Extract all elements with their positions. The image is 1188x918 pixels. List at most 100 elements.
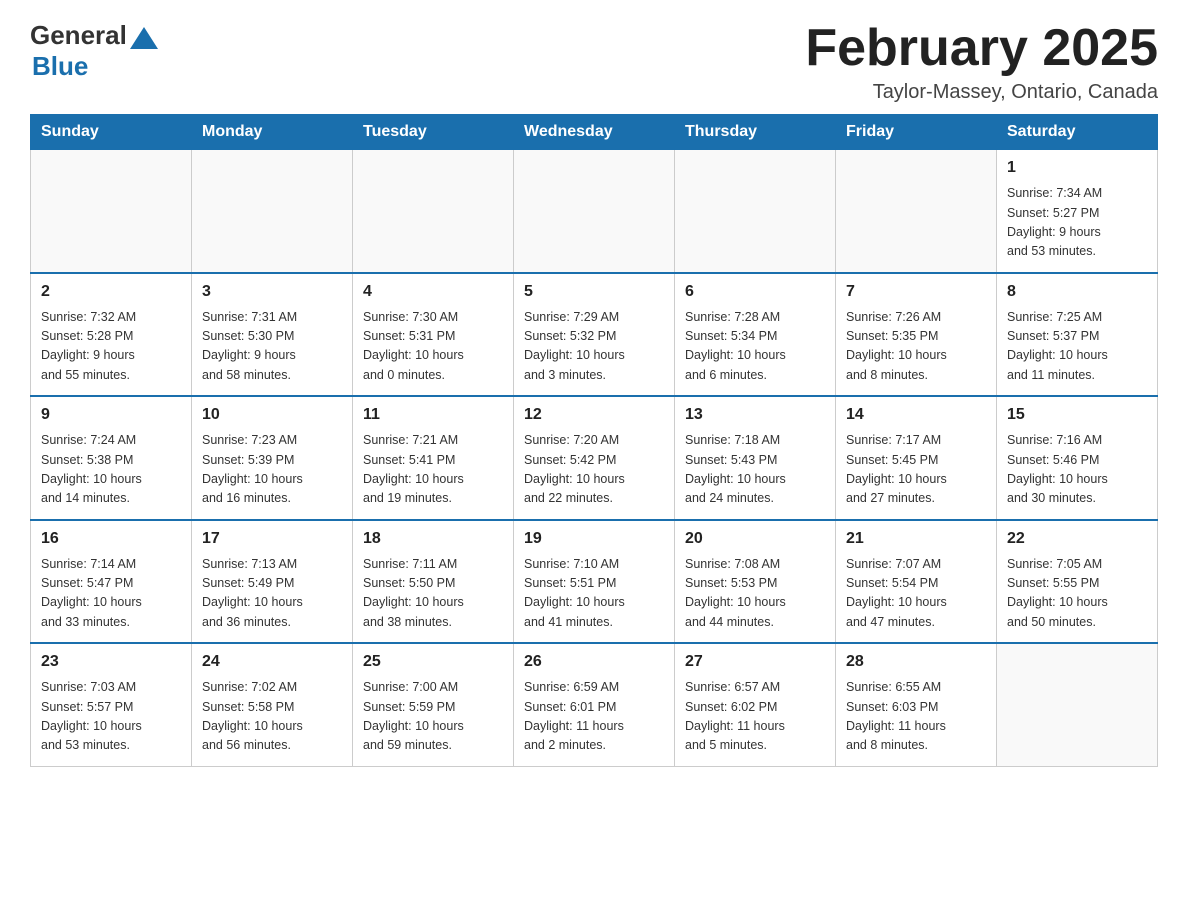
day-info: Sunrise: 7:05 AM Sunset: 5:55 PM Dayligh… (1007, 555, 1147, 633)
day-number: 14 (846, 403, 986, 427)
day-number: 10 (202, 403, 342, 427)
day-info: Sunrise: 7:08 AM Sunset: 5:53 PM Dayligh… (685, 555, 825, 633)
calendar-cell: 2 Sunrise: 7:32 AM Sunset: 5:28 PM Daylig… (31, 273, 192, 397)
calendar-table: SundayMondayTuesdayWednesdayThursdayFrid… (30, 114, 1158, 767)
calendar-cell (192, 150, 353, 273)
day-number: 7 (846, 280, 986, 304)
calendar-cell: 27 Sunrise: 6:57 AM Sunset: 6:02 PM Dayli… (675, 643, 836, 766)
day-info: Sunrise: 7:07 AM Sunset: 5:54 PM Dayligh… (846, 555, 986, 633)
day-info: Sunrise: 7:32 AM Sunset: 5:28 PM Dayligh… (41, 308, 181, 386)
calendar-cell: 18 Sunrise: 7:11 AM Sunset: 5:50 PM Dayli… (353, 520, 514, 644)
day-info: Sunrise: 6:59 AM Sunset: 6:01 PM Dayligh… (524, 678, 664, 756)
calendar-cell (353, 150, 514, 273)
calendar-cell: 22 Sunrise: 7:05 AM Sunset: 5:55 PM Dayli… (997, 520, 1158, 644)
day-number: 12 (524, 403, 664, 427)
day-number: 6 (685, 280, 825, 304)
day-info: Sunrise: 7:11 AM Sunset: 5:50 PM Dayligh… (363, 555, 503, 633)
calendar-cell (997, 643, 1158, 766)
calendar-week-row: 9 Sunrise: 7:24 AM Sunset: 5:38 PM Daylig… (31, 396, 1158, 520)
day-number: 4 (363, 280, 503, 304)
day-number: 9 (41, 403, 181, 427)
weekday-header-saturday: Saturday (997, 115, 1158, 150)
day-info: Sunrise: 7:17 AM Sunset: 5:45 PM Dayligh… (846, 431, 986, 509)
calendar-week-row: 16Sunrise: 7:14 AM Sunset: 5:47 PM Dayli… (31, 520, 1158, 644)
day-info: Sunrise: 7:28 AM Sunset: 5:34 PM Dayligh… (685, 308, 825, 386)
calendar-cell (31, 150, 192, 273)
day-number: 24 (202, 650, 342, 674)
logo-general-text: General (30, 20, 127, 51)
weekday-header-friday: Friday (836, 115, 997, 150)
calendar-cell: 11Sunrise: 7:21 AM Sunset: 5:41 PM Dayli… (353, 396, 514, 520)
day-info: Sunrise: 6:55 AM Sunset: 6:03 PM Dayligh… (846, 678, 986, 756)
weekday-header-wednesday: Wednesday (514, 115, 675, 150)
calendar-cell: 23Sunrise: 7:03 AM Sunset: 5:57 PM Dayli… (31, 643, 192, 766)
weekday-header-monday: Monday (192, 115, 353, 150)
day-number: 2 (41, 280, 181, 304)
day-info: Sunrise: 7:00 AM Sunset: 5:59 PM Dayligh… (363, 678, 503, 756)
calendar-week-row: 1 Sunrise: 7:34 AM Sunset: 5:27 PM Daylig… (31, 150, 1158, 273)
day-number: 28 (846, 650, 986, 674)
calendar-week-row: 2 Sunrise: 7:32 AM Sunset: 5:28 PM Daylig… (31, 273, 1158, 397)
day-info: Sunrise: 6:57 AM Sunset: 6:02 PM Dayligh… (685, 678, 825, 756)
calendar-cell: 16Sunrise: 7:14 AM Sunset: 5:47 PM Dayli… (31, 520, 192, 644)
calendar-cell: 6 Sunrise: 7:28 AM Sunset: 5:34 PM Daylig… (675, 273, 836, 397)
calendar-cell: 25Sunrise: 7:00 AM Sunset: 5:59 PM Dayli… (353, 643, 514, 766)
calendar-cell: 10 Sunrise: 7:23 AM Sunset: 5:39 PM Dayli… (192, 396, 353, 520)
day-info: Sunrise: 7:13 AM Sunset: 5:49 PM Dayligh… (202, 555, 342, 633)
day-info: Sunrise: 7:14 AM Sunset: 5:47 PM Dayligh… (41, 555, 181, 633)
day-number: 3 (202, 280, 342, 304)
day-info: Sunrise: 7:34 AM Sunset: 5:27 PM Dayligh… (1007, 184, 1147, 262)
day-info: Sunrise: 7:29 AM Sunset: 5:32 PM Dayligh… (524, 308, 664, 386)
calendar-cell: 4 Sunrise: 7:30 AM Sunset: 5:31 PM Daylig… (353, 273, 514, 397)
day-info: Sunrise: 7:30 AM Sunset: 5:31 PM Dayligh… (363, 308, 503, 386)
day-number: 21 (846, 527, 986, 551)
weekday-header-row: SundayMondayTuesdayWednesdayThursdayFrid… (31, 115, 1158, 150)
calendar-cell: 3 Sunrise: 7:31 AM Sunset: 5:30 PM Daylig… (192, 273, 353, 397)
day-number: 26 (524, 650, 664, 674)
day-number: 1 (1007, 156, 1147, 180)
calendar-cell: 9 Sunrise: 7:24 AM Sunset: 5:38 PM Daylig… (31, 396, 192, 520)
day-info: Sunrise: 7:26 AM Sunset: 5:35 PM Dayligh… (846, 308, 986, 386)
day-info: Sunrise: 7:03 AM Sunset: 5:57 PM Dayligh… (41, 678, 181, 756)
day-number: 22 (1007, 527, 1147, 551)
calendar-cell: 19 Sunrise: 7:10 AM Sunset: 5:51 PM Dayli… (514, 520, 675, 644)
calendar-cell (836, 150, 997, 273)
day-number: 20 (685, 527, 825, 551)
day-info: Sunrise: 7:10 AM Sunset: 5:51 PM Dayligh… (524, 555, 664, 633)
calendar-cell: 28 Sunrise: 6:55 AM Sunset: 6:03 PM Dayli… (836, 643, 997, 766)
calendar-week-row: 23Sunrise: 7:03 AM Sunset: 5:57 PM Dayli… (31, 643, 1158, 766)
calendar-cell: 21 Sunrise: 7:07 AM Sunset: 5:54 PM Dayli… (836, 520, 997, 644)
day-number: 8 (1007, 280, 1147, 304)
calendar-cell: 20 Sunrise: 7:08 AM Sunset: 5:53 PM Dayli… (675, 520, 836, 644)
day-info: Sunrise: 7:25 AM Sunset: 5:37 PM Dayligh… (1007, 308, 1147, 386)
calendar-cell: 26 Sunrise: 6:59 AM Sunset: 6:01 PM Dayli… (514, 643, 675, 766)
calendar-cell: 14 Sunrise: 7:17 AM Sunset: 5:45 PM Dayli… (836, 396, 997, 520)
day-info: Sunrise: 7:31 AM Sunset: 5:30 PM Dayligh… (202, 308, 342, 386)
calendar-cell: 12Sunrise: 7:20 AM Sunset: 5:42 PM Dayli… (514, 396, 675, 520)
day-info: Sunrise: 7:02 AM Sunset: 5:58 PM Dayligh… (202, 678, 342, 756)
location-text: Taylor-Massey, Ontario, Canada (805, 81, 1158, 104)
day-info: Sunrise: 7:21 AM Sunset: 5:41 PM Dayligh… (363, 431, 503, 509)
logo-triangle-icon (130, 27, 158, 49)
day-info: Sunrise: 7:18 AM Sunset: 5:43 PM Dayligh… (685, 431, 825, 509)
calendar-cell: 7 Sunrise: 7:26 AM Sunset: 5:35 PM Daylig… (836, 273, 997, 397)
logo: General Blue (30, 20, 158, 82)
day-info: Sunrise: 7:16 AM Sunset: 5:46 PM Dayligh… (1007, 431, 1147, 509)
day-info: Sunrise: 7:24 AM Sunset: 5:38 PM Dayligh… (41, 431, 181, 509)
title-section: February 2025 Taylor-Massey, Ontario, Ca… (805, 20, 1158, 104)
calendar-cell (514, 150, 675, 273)
calendar-cell: 13 Sunrise: 7:18 AM Sunset: 5:43 PM Dayli… (675, 396, 836, 520)
calendar-cell: 1 Sunrise: 7:34 AM Sunset: 5:27 PM Daylig… (997, 150, 1158, 273)
day-number: 18 (363, 527, 503, 551)
calendar-cell: 8 Sunrise: 7:25 AM Sunset: 5:37 PM Daylig… (997, 273, 1158, 397)
calendar-cell: 5Sunrise: 7:29 AM Sunset: 5:32 PM Daylig… (514, 273, 675, 397)
month-title: February 2025 (805, 20, 1158, 77)
day-number: 27 (685, 650, 825, 674)
day-number: 13 (685, 403, 825, 427)
day-number: 15 (1007, 403, 1147, 427)
day-number: 19 (524, 527, 664, 551)
calendar-cell: 17 Sunrise: 7:13 AM Sunset: 5:49 PM Dayli… (192, 520, 353, 644)
day-number: 17 (202, 527, 342, 551)
day-info: Sunrise: 7:23 AM Sunset: 5:39 PM Dayligh… (202, 431, 342, 509)
calendar-cell: 15 Sunrise: 7:16 AM Sunset: 5:46 PM Dayli… (997, 396, 1158, 520)
